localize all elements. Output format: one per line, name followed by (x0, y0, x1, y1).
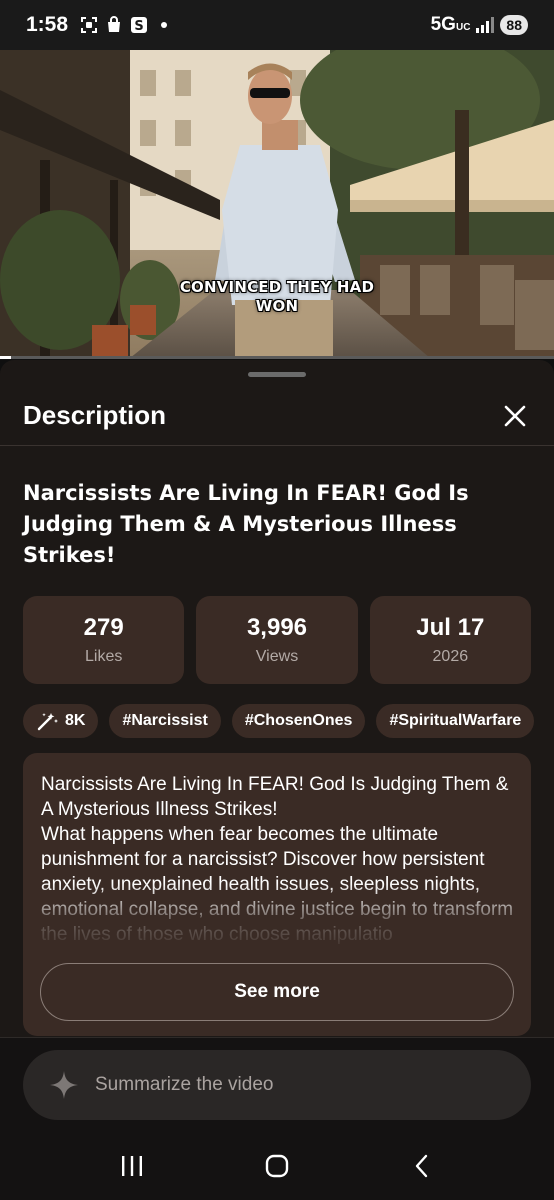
network-label: 5G (430, 14, 456, 35)
s-app-icon: S (131, 17, 148, 34)
recents-icon (122, 1156, 143, 1176)
description-card: Narcissists Are Living In FEAR! God Is J… (23, 753, 531, 1036)
chip-spiritualwarfare[interactable]: #SpiritualWarfare (376, 704, 535, 738)
publish-date: Jul 17 (416, 614, 485, 641)
chip-spiritualwarfare-label: #SpiritualWarfare (389, 712, 522, 729)
video-progress-bar[interactable] (0, 356, 554, 359)
dot-icon (161, 22, 168, 28)
views-label: Views (255, 648, 299, 665)
chip-chosenones[interactable]: #ChosenOnes (231, 704, 366, 738)
video-caption: CONVINCED THEY HAD WON (0, 278, 554, 316)
sheet-drag-handle[interactable] (248, 372, 306, 377)
caption-line-1: CONVINCED THEY HAD (179, 278, 375, 296)
publish-year: 2026 (432, 648, 469, 665)
status-bar: 1:58 S 5GUC 88 (0, 0, 554, 50)
caption-line-2: WON (255, 297, 299, 315)
chip-narcissist[interactable]: #Narcissist (109, 704, 221, 738)
network-indicator: 5GUC (431, 14, 471, 36)
stats-row: 279 Likes 3,996 Views Jul 17 2026 (23, 596, 531, 684)
svg-text:S: S (134, 19, 143, 34)
likes-count: 279 (83, 614, 124, 641)
summarize-label: Summarize the video (95, 1074, 274, 1095)
home-icon (265, 1154, 289, 1178)
summarize-video-button[interactable]: Summarize the video (23, 1050, 531, 1120)
stat-date: Jul 17 2026 (369, 596, 531, 684)
close-button[interactable] (499, 400, 531, 432)
stat-likes: 279 Likes (23, 596, 185, 684)
notification-icons: S (80, 16, 173, 34)
chip-chosenones-label: #ChosenOnes (244, 712, 353, 729)
chip-8k-label: 8K (65, 712, 86, 729)
hashtag-chips: 8K #Narcissist #ChosenOnes #SpiritualWar… (23, 704, 554, 738)
status-right: 5GUC 88 (431, 14, 528, 36)
chip-8k[interactable]: 8K (23, 704, 99, 738)
status-time: 1:58 (26, 13, 69, 36)
home-button[interactable] (252, 1141, 302, 1191)
shopping-bag-icon (108, 16, 121, 32)
network-sub-label: UC (455, 22, 471, 33)
video-player[interactable]: CONVINCED THEY HAD WON (0, 50, 554, 358)
screenshot-icon (81, 17, 98, 33)
likes-label: Likes (84, 648, 123, 665)
description-sheet: Description Narcissists Are Living In FE… (0, 360, 554, 1040)
description-fade (23, 883, 531, 953)
stat-views: 3,996 Views (196, 596, 358, 684)
back-button[interactable] (397, 1141, 447, 1191)
recents-button[interactable] (107, 1141, 157, 1191)
signal-icon (476, 17, 495, 33)
battery-indicator: 88 (500, 15, 528, 35)
system-nav-bar (0, 1132, 554, 1200)
close-icon (504, 405, 526, 426)
see-more-button[interactable]: See more (40, 963, 514, 1021)
sheet-header: Description (0, 386, 554, 446)
sparkle-icon (50, 1071, 78, 1099)
views-count: 3,996 (246, 614, 308, 641)
sheet-title: Description (23, 400, 167, 430)
video-title: Narcissists Are Living In FEAR! God Is J… (23, 481, 469, 567)
back-icon (415, 1154, 427, 1178)
video-progress-fill (0, 356, 12, 359)
chip-narcissist-label: #Narcissist (122, 712, 208, 729)
magic-wand-icon (37, 713, 58, 731)
